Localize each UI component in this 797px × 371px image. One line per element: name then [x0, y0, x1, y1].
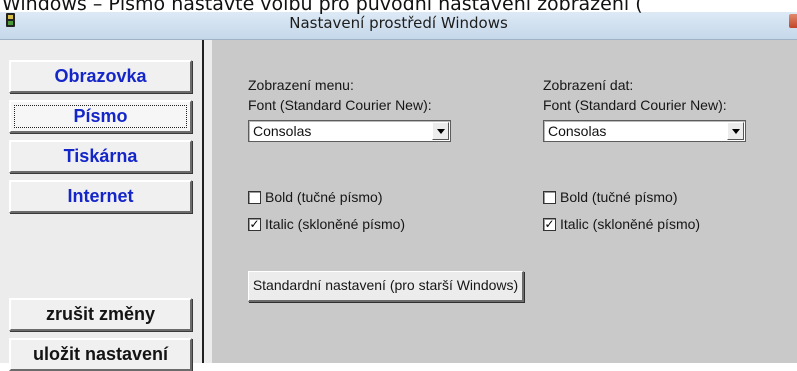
- chevron-down-icon[interactable]: [432, 122, 449, 140]
- save-settings-button[interactable]: uložit nastavení: [9, 338, 192, 371]
- menu-italic-checkbox[interactable]: ✓: [248, 218, 261, 231]
- menu-font-select[interactable]: Consolas: [248, 120, 451, 142]
- check-icon: ✓: [544, 217, 555, 231]
- settings-window: Nastavení prostředí Windows Obrazovka Pí…: [0, 12, 797, 371]
- cancel-changes-button[interactable]: zrušit změny: [9, 298, 192, 331]
- font-settings-panel: Zobrazení menu: Font (Standard Courier N…: [212, 40, 797, 363]
- data-font-label: Font (Standard Courier New):: [543, 97, 727, 113]
- data-italic-label: Italic (skloněné písmo): [560, 216, 701, 232]
- chevron-down-icon[interactable]: [727, 122, 744, 140]
- window-title: Nastavení prostředí Windows: [289, 14, 508, 32]
- nav-button-obrazovka[interactable]: Obrazovka: [9, 60, 192, 93]
- nav-button-tiskarna[interactable]: Tiskárna: [9, 140, 192, 173]
- menu-bold-checkbox[interactable]: [248, 191, 261, 204]
- data-bold-checkbox[interactable]: [543, 191, 556, 204]
- data-bold-label: Bold (tučné písmo): [560, 189, 678, 205]
- document-caption: Windows – Písmo nastavte volbu pro původ…: [2, 0, 643, 14]
- menu-font-value: Consolas: [253, 123, 312, 139]
- check-icon: ✓: [249, 217, 260, 231]
- data-display-heading: Zobrazení dat:: [543, 77, 634, 93]
- close-button[interactable]: [789, 14, 797, 28]
- nav-button-pismo[interactable]: Písmo: [9, 100, 192, 133]
- menu-display-heading: Zobrazení menu:: [248, 77, 354, 93]
- standard-settings-button[interactable]: Standardní nastavení (pro starší Windows…: [248, 271, 524, 302]
- menu-bold-label: Bold (tučné písmo): [265, 189, 383, 205]
- nav-button-internet[interactable]: Internet: [9, 180, 192, 213]
- sidebar: Obrazovka Písmo Tiskárna Internet zrušit…: [0, 40, 203, 371]
- title-bar[interactable]: Nastavení prostředí Windows: [0, 12, 797, 40]
- data-font-select[interactable]: Consolas: [543, 120, 746, 142]
- data-italic-checkbox[interactable]: ✓: [543, 218, 556, 231]
- data-font-value: Consolas: [548, 123, 607, 139]
- menu-font-label: Font (Standard Courier New):: [248, 97, 432, 113]
- menu-italic-label: Italic (skloněné písmo): [265, 216, 406, 232]
